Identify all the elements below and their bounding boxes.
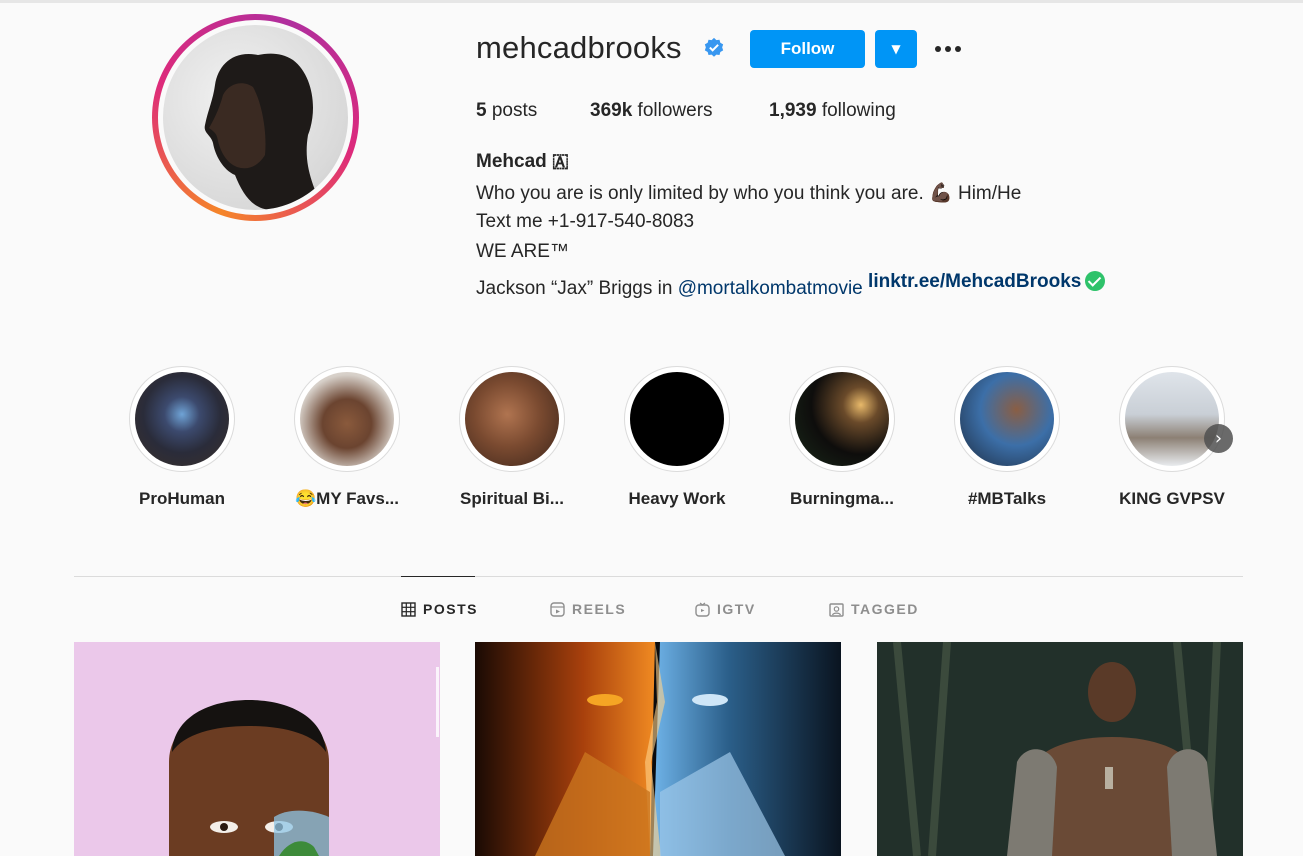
bio-line: WE ARE™ xyxy=(476,241,569,262)
highlight-cover xyxy=(630,372,724,466)
profile-username: mehcadbrooks xyxy=(476,30,682,65)
highlight-cover xyxy=(960,372,1054,466)
post-thumbnail[interactable] xyxy=(74,642,440,856)
profile-full-name: Mehcad 🇦 xyxy=(476,151,569,172)
highlight-item[interactable]: 😂MY Favs... xyxy=(262,366,432,509)
top-border xyxy=(0,0,1303,3)
followers-count[interactable]: 369k followers xyxy=(590,100,713,122)
highlight-item[interactable]: Burningma... xyxy=(757,366,927,509)
highlight-cover xyxy=(795,372,889,466)
highlight-item[interactable]: Spiritual Bi... xyxy=(427,366,597,509)
highlight-item[interactable]: ProHuman xyxy=(97,366,267,509)
highlight-item[interactable]: #MBTalks xyxy=(922,366,1092,509)
avatar-photo xyxy=(163,25,348,210)
highlight-item[interactable]: Heavy Work xyxy=(592,366,762,509)
suggested-dropdown-button[interactable]: ▼ xyxy=(875,30,917,68)
igtv-icon xyxy=(695,602,710,617)
follow-button[interactable]: Follow xyxy=(750,30,865,68)
verified-badge-icon xyxy=(704,37,724,57)
tab-posts[interactable]: POSTS xyxy=(401,601,478,617)
post-thumbnail[interactable] xyxy=(877,642,1243,856)
post-image xyxy=(169,667,439,856)
profile-avatar[interactable] xyxy=(152,14,359,221)
grid-icon xyxy=(401,601,416,617)
highlight-cover xyxy=(300,372,394,466)
tabs-divider xyxy=(74,576,1243,577)
bio-line: Who you are is only limited by who you t… xyxy=(476,183,1022,204)
mention-link[interactable]: @mortalkombatmovie xyxy=(678,278,863,299)
post-image xyxy=(877,642,1243,856)
post-image xyxy=(475,642,841,856)
active-tab-indicator xyxy=(401,576,475,577)
highlight-cover xyxy=(1125,372,1219,466)
reels-icon xyxy=(550,601,565,617)
check-circle-icon xyxy=(1085,271,1106,291)
following-count[interactable]: 1,939 following xyxy=(769,100,896,122)
post-thumbnail[interactable] xyxy=(475,642,841,856)
highlight-cover xyxy=(465,372,559,466)
tab-igtv[interactable]: IGTV xyxy=(695,601,756,617)
bio-role: Jackson “Jax” Briggs in @mortalkombatmov… xyxy=(476,271,1106,299)
chevron-right-icon[interactable]: › xyxy=(1204,424,1233,453)
tab-tagged[interactable]: TAGGED xyxy=(829,601,919,617)
bio-phone: Text me +1-917-540-8083 xyxy=(476,211,695,232)
highlight-cover xyxy=(135,372,229,466)
tab-reels[interactable]: REELS xyxy=(550,601,626,617)
posts-count: 5 posts xyxy=(476,100,538,121)
website-link[interactable]: linktr.ee/MehcadBrooks xyxy=(868,271,1081,292)
tagged-icon xyxy=(829,602,844,617)
more-options-icon[interactable] xyxy=(932,34,964,64)
